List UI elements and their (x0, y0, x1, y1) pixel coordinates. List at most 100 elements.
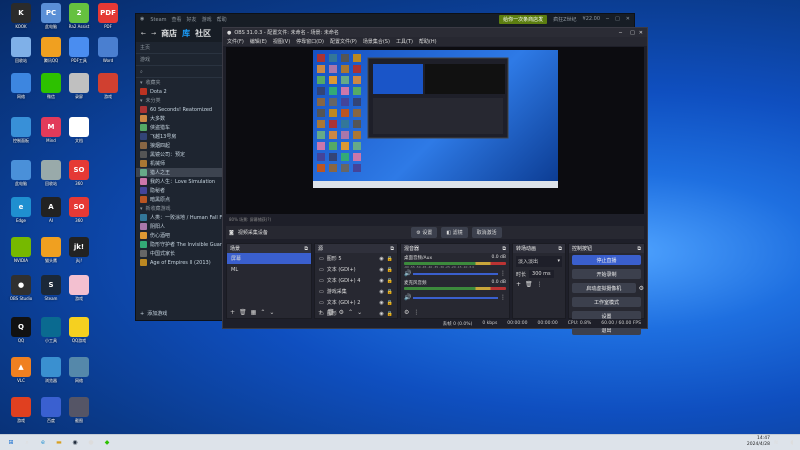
desktop-icon[interactable]: 游戏 (91, 73, 125, 104)
source-item[interactable]: ▭ 文本 (GDI+) ◉ 🔒 (315, 264, 397, 275)
volume-slider[interactable] (413, 272, 498, 275)
speaker-icon[interactable]: 🔊 (404, 294, 411, 301)
library-filter[interactable]: 游戏 (136, 54, 224, 66)
desktop-icon[interactable]: QQ游戏 (62, 317, 96, 348)
trash-icon[interactable]: 🗑 (239, 309, 247, 316)
desktop-icon[interactable]: ▲ VLC (4, 357, 38, 388)
back-icon[interactable]: ← (141, 30, 146, 37)
desktop-icon[interactable]: 此电脑 (4, 160, 38, 191)
steam-ad-button[interactable]: 给你一次条商店发 (499, 14, 548, 24)
gear-icon[interactable]: ⚙ (404, 309, 409, 316)
up-icon[interactable]: ⌃ (348, 309, 353, 316)
desktop-icon[interactable]: Q QQ (4, 317, 38, 348)
maximize-icon[interactable]: □ (630, 30, 635, 36)
lock-icon[interactable]: 🔒 (387, 300, 393, 306)
maximize-icon[interactable]: □ (615, 16, 620, 22)
source-settings-button[interactable]: ⚙ 设置 (411, 227, 438, 238)
game-list-item[interactable]: 狼烟四起 (136, 141, 224, 150)
gear-icon[interactable]: ⚙ (639, 285, 644, 292)
game-list-item[interactable]: 机械师 (136, 159, 224, 168)
desktop-icon[interactable]: 游戏 (4, 397, 38, 428)
game-list-item[interactable]: 隐形守护者 The Invisible Guardian (136, 240, 224, 249)
windows-start-icon[interactable]: ⊞ (6, 438, 16, 448)
minimize-icon[interactable]: ─ (606, 16, 609, 22)
obs-taskbar-icon[interactable]: ● (86, 438, 96, 448)
forward-icon[interactable]: → (151, 30, 156, 37)
visibility-icon[interactable]: ◉ (379, 278, 383, 284)
undock-icon[interactable]: ⧉ (304, 246, 308, 252)
nav-library[interactable]: 库 (182, 28, 190, 39)
wechat-icon[interactable]: ◆ (102, 438, 112, 448)
obs-menu-item[interactable]: 场景集合(S) (363, 38, 390, 45)
game-list-item[interactable]: 阴阳人 (136, 222, 224, 231)
game-list-item[interactable]: 我的人生：Love Simulation (136, 177, 224, 186)
desktop-icon[interactable]: 控制面板 (4, 117, 38, 148)
desktop-icon[interactable]: 网络 (62, 357, 96, 388)
game-list-item[interactable]: 暗黑原点 (136, 195, 224, 204)
game-list-item[interactable]: 60 Seconds! Reatomized (136, 105, 224, 114)
obs-menu-item[interactable]: 配置文件(P) (330, 38, 357, 45)
volume-slider[interactable] (413, 296, 498, 299)
source-item[interactable]: ▭ 文本 (GDI+) 4 ◉ 🔒 (315, 275, 397, 286)
studio-mode-button[interactable]: 工作室模式 (572, 297, 641, 307)
nav-store[interactable]: 商店 (161, 28, 177, 39)
desktop-icon[interactable]: 文档 (62, 117, 96, 148)
gear-icon[interactable]: ⚙ (339, 309, 344, 316)
close-icon[interactable]: ✕ (639, 30, 643, 36)
game-list-item[interactable]: Age of Empires II (2013) (136, 258, 224, 267)
obs-menu-item[interactable]: 编辑(E) (250, 38, 267, 45)
system-clock[interactable]: 14:47 2024/4/28 (747, 436, 770, 448)
desktop-icon[interactable]: jk! jkj! (62, 237, 96, 268)
lock-icon[interactable]: 🔒 (387, 289, 393, 295)
obs-menu-item[interactable]: 工具(T) (396, 38, 413, 45)
down-icon[interactable]: ⌄ (357, 309, 362, 316)
more-icon[interactable]: ⋮ (413, 309, 419, 316)
source-deactivate-button[interactable]: 取消激活 (471, 227, 502, 238)
steam-user[interactable]: 疯狂Z世纪 (553, 16, 576, 23)
group-favorites[interactable]: ▾ 收藏夹 (136, 78, 224, 87)
search-icon[interactable]: ⌕ (22, 438, 32, 448)
game-list-item[interactable]: 猎人之王 (136, 168, 224, 177)
game-list-item[interactable]: 中国式家长 (136, 249, 224, 258)
lock-icon[interactable]: 🔒 (387, 256, 393, 262)
minimize-icon[interactable]: ─ (619, 30, 622, 36)
steam-taskbar-icon[interactable]: ◉ (70, 438, 80, 448)
obs-menu-item[interactable]: 帮助(H) (419, 38, 437, 45)
obs-menu-item[interactable]: 文件(F) (227, 38, 244, 45)
trash-icon[interactable]: 🗑 (525, 281, 533, 288)
desktop-icon[interactable]: e Edge (4, 197, 38, 228)
add-game-button[interactable]: + 添加游戏 (136, 309, 171, 318)
desktop-icon[interactable]: SO 360 (62, 160, 96, 191)
add-icon[interactable]: + (516, 281, 521, 288)
up-icon[interactable]: ⌃ (260, 309, 265, 316)
game-list-item[interactable]: 大多数 (136, 114, 224, 123)
desktop-icon[interactable]: 游戏 (62, 275, 96, 306)
down-icon[interactable]: ⌄ (269, 309, 274, 316)
steam-menu-item[interactable]: Steam (150, 17, 166, 23)
game-list-item[interactable]: 飞越13号房 (136, 132, 224, 141)
source-item[interactable]: ▭ 图形 5 ◉ 🔒 (315, 253, 397, 264)
visibility-icon[interactable]: ◉ (379, 300, 383, 306)
game-list-item[interactable]: 侠盗猎车 (136, 123, 224, 132)
obs-window[interactable]: ● OBS 31.0.3 - 配置文件: 未命名 - 场景: 未命名 ─ □ ✕… (222, 27, 648, 335)
desktop-icon[interactable]: 网络 (4, 73, 38, 104)
undock-icon[interactable]: ⧉ (502, 246, 506, 252)
close-icon[interactable]: ✕ (626, 16, 630, 22)
scene-item[interactable]: 屏幕 (227, 253, 311, 264)
volume-icon[interactable]: ◖ (787, 438, 797, 448)
desktop-icon[interactable]: Word (91, 37, 125, 68)
desktop-icon[interactable]: 回收站 (4, 37, 38, 68)
desktop-icon[interactable]: SO 360 (62, 197, 96, 228)
game-list-item[interactable]: 黑镜公司：预定 (136, 150, 224, 159)
undock-icon[interactable]: ⧉ (390, 246, 394, 252)
start-virtual-camera-button[interactable]: 启动虚拟摄像机 (572, 283, 636, 293)
visibility-icon[interactable]: ◉ (379, 256, 383, 262)
obs-menu-item[interactable]: 停靠窗口(D) (296, 38, 324, 45)
library-home[interactable]: 主页 (136, 42, 224, 54)
lock-icon[interactable]: 🔒 (387, 267, 393, 273)
group-uncategorized[interactable]: ▾ 未分类 (136, 96, 224, 105)
undock-icon[interactable]: ⧉ (558, 246, 562, 252)
desktop-icon[interactable]: ● OBS Studio (4, 275, 38, 306)
trash-icon[interactable]: 🗑 (327, 309, 335, 316)
steam-menu-item[interactable]: 好友 (187, 17, 197, 23)
